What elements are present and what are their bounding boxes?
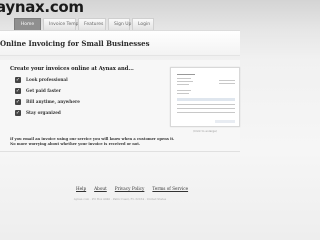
invoice-preview-image[interactable]: [170, 67, 240, 127]
page-headline: Online Invoicing for Small Businesses: [0, 39, 150, 48]
invoice-preview-line: [177, 104, 235, 105]
invoice-preview-line: [219, 83, 235, 84]
feature-item: ✓ Bill anytime, anywhere: [15, 96, 80, 107]
checkmark-icon: ✓: [15, 98, 21, 105]
invoice-preview-line: [177, 90, 191, 91]
checkmark-icon: ✓: [15, 87, 21, 94]
panel-note-line: No more worrying about whether your invo…: [10, 142, 141, 146]
invoice-preview-line: [177, 78, 191, 79]
footer-link-help[interactable]: Help: [76, 186, 86, 191]
feature-label: Get paid faster: [26, 88, 61, 93]
main-nav: Home Invoice Template Features Sign Up L…: [14, 18, 154, 30]
headline-band: Online Invoicing for Small Businesses: [0, 30, 240, 56]
invoice-preview-header-row: [177, 98, 235, 101]
preview-caption[interactable]: (Click to enlarge): [170, 129, 240, 133]
invoice-preview-line: [177, 74, 195, 75]
invoice-preview-line: [177, 84, 189, 85]
footer-link-about[interactable]: About: [94, 186, 107, 191]
nav-login[interactable]: Login: [132, 18, 154, 30]
invoice-preview-total: [215, 120, 235, 123]
invoice-preview-line: [177, 93, 189, 94]
feature-item: ✓ Stay organized: [15, 107, 80, 118]
feature-label: Stay organized: [26, 110, 61, 115]
nav-home[interactable]: Home: [14, 18, 41, 30]
nav-sign-up[interactable]: Sign Up: [108, 18, 131, 30]
invoice-preview-line: [219, 80, 235, 81]
panel-title: Create your invoices online at Aynax and…: [10, 66, 134, 72]
header: aynax.com: [0, 0, 240, 16]
copyright-text: Aynax.com · PO Box 4040 · Palm Coast, FL…: [73, 197, 167, 201]
footer-links: Help About Privacy Policy Terms of Servi…: [76, 186, 188, 191]
checkmark-icon: ✓: [15, 109, 21, 116]
footer-link-privacy-policy[interactable]: Privacy Policy: [115, 186, 145, 191]
feature-label: Look professional: [26, 77, 68, 82]
nav-invoice-template[interactable]: Invoice Template: [43, 18, 87, 30]
feature-label: Bill anytime, anywhere: [26, 99, 80, 104]
invoice-preview-line: [177, 81, 193, 82]
feature-item: ✓ Get paid faster: [15, 85, 80, 96]
invoice-preview-line: [177, 108, 235, 109]
panel-note: If you email an invoice using our servic…: [10, 137, 174, 147]
site-logo[interactable]: aynax.com: [0, 0, 84, 16]
nav-features[interactable]: Features: [78, 18, 106, 30]
footer-link-terms-of-service[interactable]: Terms of Service: [152, 186, 188, 191]
feature-item: ✓ Look professional: [15, 74, 80, 85]
checkmark-icon: ✓: [15, 76, 21, 83]
invoice-preview-line: [177, 112, 235, 113]
feature-list: ✓ Look professional ✓ Get paid faster ✓ …: [15, 74, 80, 118]
